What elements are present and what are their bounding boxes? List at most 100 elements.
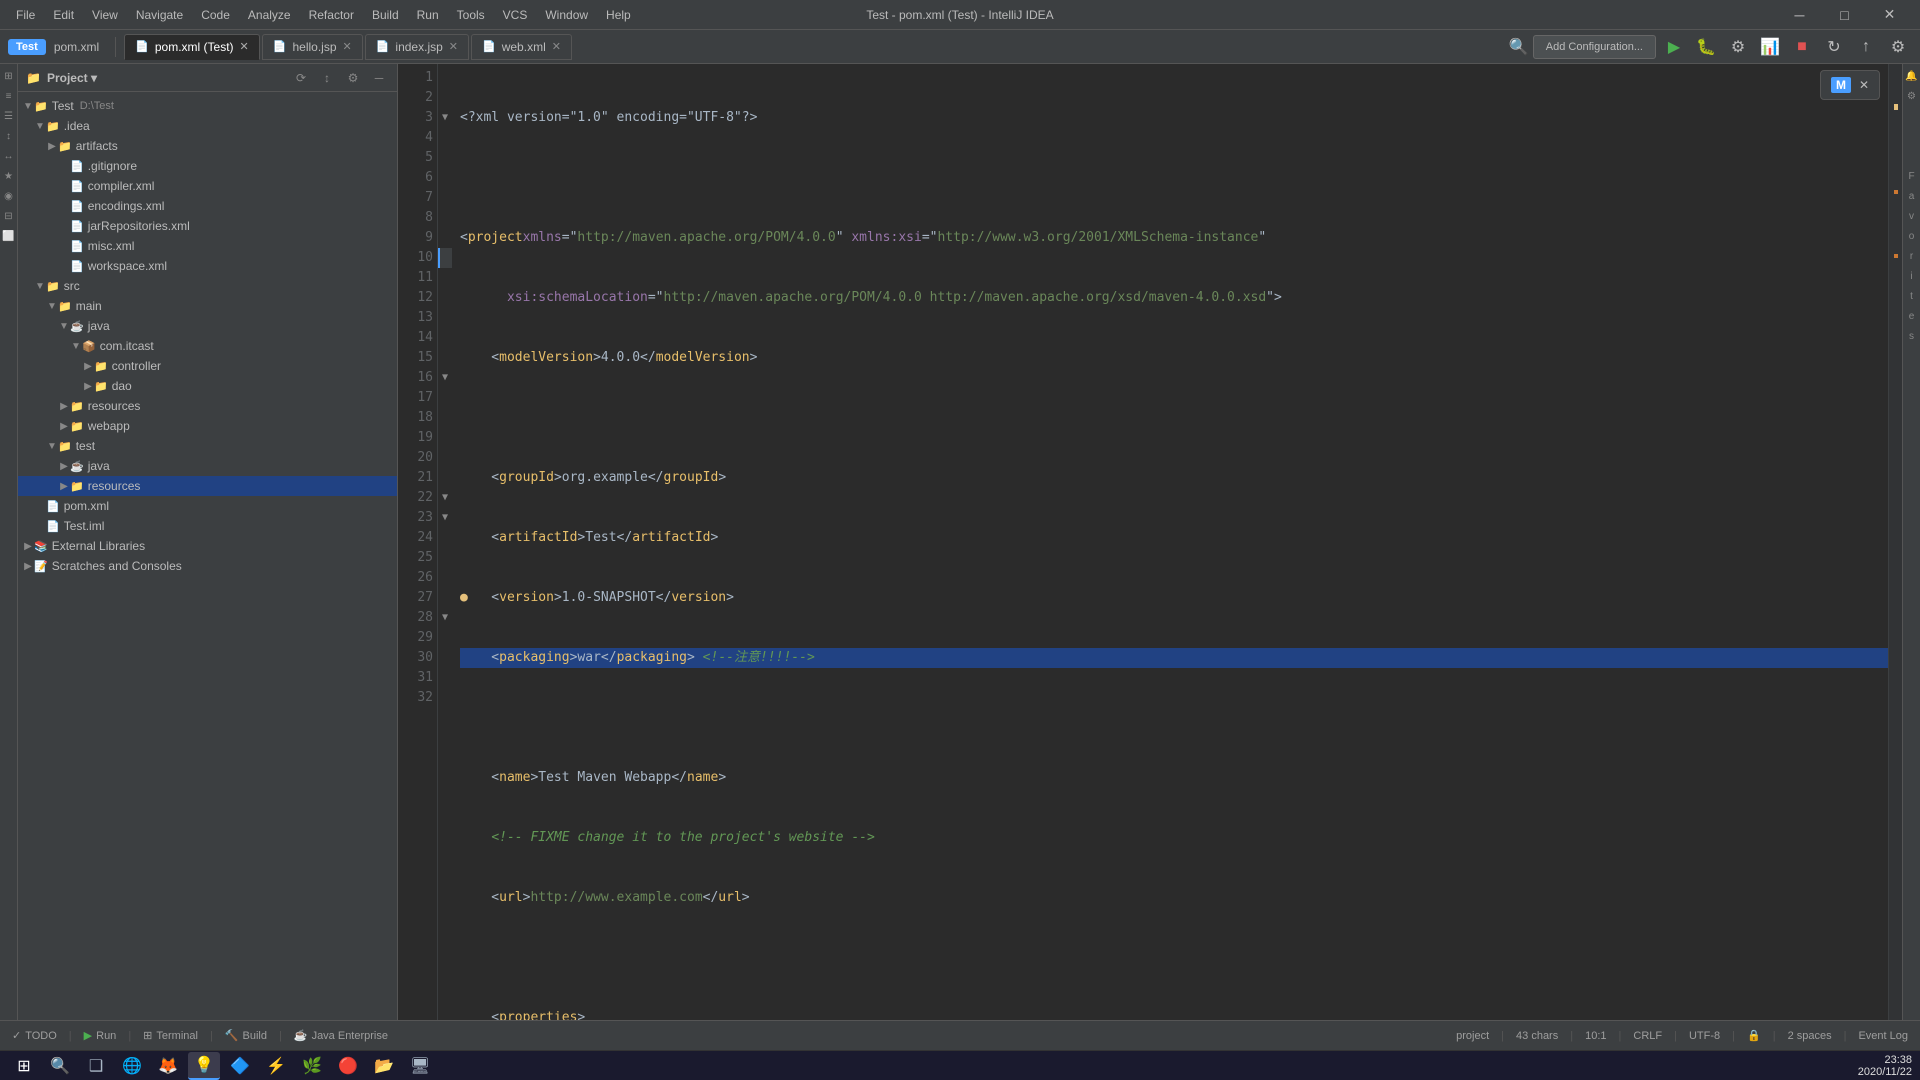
- tree-item-resources-main[interactable]: ▶ 📁 resources: [18, 396, 397, 416]
- encoding-status[interactable]: UTF-8: [1685, 1028, 1724, 1044]
- tab-pom-xml[interactable]: 📄 pom.xml (Test) ✕: [124, 34, 260, 60]
- tab-index-jsp-close[interactable]: ✕: [449, 40, 458, 53]
- start-button[interactable]: ⊞: [8, 1052, 40, 1080]
- gutter-22[interactable]: ▼: [438, 488, 452, 508]
- add-configuration-button[interactable]: Add Configuration...: [1533, 35, 1656, 59]
- maximize-button[interactable]: □: [1822, 0, 1867, 30]
- left-icon-1[interactable]: ⊞: [1, 68, 17, 84]
- build-status[interactable]: 🔨 Build: [221, 1027, 271, 1044]
- task-view-button[interactable]: ❑: [80, 1052, 112, 1080]
- tree-item-controller[interactable]: ▶ 📁 controller: [18, 356, 397, 376]
- app3-taskbar-button[interactable]: 🖥: [404, 1052, 436, 1080]
- gutter-3[interactable]: ▼: [438, 108, 452, 128]
- git-taskbar-button[interactable]: 🌿: [296, 1052, 328, 1080]
- line-ending-status[interactable]: CRLF: [1629, 1028, 1666, 1044]
- menu-build[interactable]: Build: [364, 5, 407, 25]
- tree-item-artifacts[interactable]: ▶ 📁 artifacts: [18, 136, 397, 156]
- tab-index-jsp[interactable]: 📄 index.jsp ✕: [365, 34, 469, 60]
- terminal-status[interactable]: ⊞ Terminal: [139, 1027, 202, 1044]
- menu-refactor[interactable]: Refactor: [301, 5, 362, 25]
- tree-item-pom-xml[interactable]: 📄 pom.xml: [18, 496, 397, 516]
- menu-analyze[interactable]: Analyze: [240, 5, 299, 25]
- tree-item-jar-repos-xml[interactable]: 📄 jarRepositories.xml: [18, 216, 397, 236]
- vcs-update-button[interactable]: ↻: [1820, 34, 1848, 60]
- right-icon-9[interactable]: t: [1904, 288, 1920, 304]
- tab-hello-jsp[interactable]: 📄 hello.jsp ✕: [262, 34, 363, 60]
- tree-item-compiler-xml[interactable]: 📄 compiler.xml: [18, 176, 397, 196]
- tree-item-resources-test[interactable]: ▶ 📁 resources: [18, 476, 397, 496]
- project-close-button[interactable]: ─: [369, 68, 389, 88]
- event-log-status[interactable]: Event Log: [1854, 1028, 1912, 1044]
- editor-content[interactable]: 12345 678910 1112131415 1617181920 21222…: [398, 64, 1902, 1020]
- code-area[interactable]: <?xml version="1.0" encoding="UTF-8"?> <…: [452, 64, 1888, 1020]
- tree-item-idea[interactable]: ▼ 📁 .idea: [18, 116, 397, 136]
- position-status[interactable]: 10:1: [1581, 1028, 1610, 1044]
- gutter-16[interactable]: ▼: [438, 368, 452, 388]
- settings-button[interactable]: ⚙: [1884, 34, 1912, 60]
- menu-tools[interactable]: Tools: [449, 5, 493, 25]
- tree-item-main[interactable]: ▼ 📁 main: [18, 296, 397, 316]
- left-icon-8[interactable]: ⊟: [1, 208, 17, 224]
- tree-item-src[interactable]: ▼ 📁 src: [18, 276, 397, 296]
- app2-taskbar-button[interactable]: 📂: [368, 1052, 400, 1080]
- search-everywhere-icon[interactable]: 🔍: [1509, 37, 1529, 57]
- left-icon-4[interactable]: ↕: [1, 128, 17, 144]
- tab-web-xml[interactable]: 📄 web.xml ✕: [471, 34, 572, 60]
- edge-taskbar-button[interactable]: 🌐: [116, 1052, 148, 1080]
- tree-item-test-iml[interactable]: 📄 Test.iml: [18, 516, 397, 536]
- tree-item-gitignore[interactable]: 📄 .gitignore: [18, 156, 397, 176]
- menu-vcs[interactable]: VCS: [495, 5, 536, 25]
- project-collapse-button[interactable]: ↕: [317, 68, 337, 88]
- right-icon-6[interactable]: o: [1904, 228, 1920, 244]
- visual-studio-taskbar-button[interactable]: ⚡: [260, 1052, 292, 1080]
- gutter-28[interactable]: ▼: [438, 608, 452, 628]
- tree-item-workspace-xml[interactable]: 📄 workspace.xml: [18, 256, 397, 276]
- tree-item-misc-xml[interactable]: 📄 misc.xml: [18, 236, 397, 256]
- left-icon-6[interactable]: ★: [1, 168, 17, 184]
- right-icon-5[interactable]: v: [1904, 208, 1920, 224]
- tree-item-com-itcast[interactable]: ▼ 📦 com.itcast: [18, 336, 397, 356]
- project-sync-button[interactable]: ⟳: [291, 68, 311, 88]
- tree-item-dao[interactable]: ▶ 📁 dao: [18, 376, 397, 396]
- right-icon-7[interactable]: r: [1904, 248, 1920, 264]
- menu-help[interactable]: Help: [598, 5, 639, 25]
- menu-file[interactable]: File: [8, 5, 43, 25]
- left-icon-2[interactable]: ≡: [1, 88, 17, 104]
- firefox-taskbar-button[interactable]: 🦊: [152, 1052, 184, 1080]
- java-enterprise-status[interactable]: ☕ Java Enterprise: [290, 1027, 392, 1044]
- menu-window[interactable]: Window: [537, 5, 596, 25]
- project-settings-button[interactable]: ⚙: [343, 68, 363, 88]
- right-icon-1[interactable]: 🔔: [1904, 68, 1920, 84]
- run-status[interactable]: ▶ Run: [80, 1027, 121, 1044]
- right-icon-8[interactable]: i: [1904, 268, 1920, 284]
- spaces-status[interactable]: 2 spaces: [1784, 1028, 1836, 1044]
- tree-item-scratches[interactable]: ▶ 📝 Scratches and Consoles: [18, 556, 397, 576]
- right-icon-3[interactable]: F: [1904, 168, 1920, 184]
- todo-status[interactable]: ✓ TODO: [8, 1027, 61, 1044]
- close-button[interactable]: ✕: [1867, 0, 1912, 30]
- tree-item-java-main[interactable]: ▼ ☕ java: [18, 316, 397, 336]
- tab-web-xml-close[interactable]: ✕: [552, 40, 561, 53]
- menu-run[interactable]: Run: [409, 5, 447, 25]
- tab-hello-jsp-close[interactable]: ✕: [343, 40, 352, 53]
- tree-item-java-test[interactable]: ▶ ☕ java: [18, 456, 397, 476]
- coverage-button[interactable]: 📊: [1756, 34, 1784, 60]
- left-icon-7[interactable]: ◉: [1, 188, 17, 204]
- tree-item-external-libs[interactable]: ▶ 📚 External Libraries: [18, 536, 397, 556]
- tree-item-test-folder[interactable]: ▼ 📁 test: [18, 436, 397, 456]
- right-icon-2[interactable]: ⚙: [1904, 88, 1920, 104]
- tab-pom-xml-close[interactable]: ✕: [240, 40, 249, 53]
- left-icon-5[interactable]: ↔: [1, 148, 17, 164]
- gutter-23[interactable]: ▼: [438, 508, 452, 528]
- tree-item-webapp[interactable]: ▶ 📁 webapp: [18, 416, 397, 436]
- menu-code[interactable]: Code: [193, 5, 238, 25]
- notification-close[interactable]: ✕: [1859, 78, 1869, 92]
- run-button[interactable]: ▶: [1660, 34, 1688, 60]
- menu-view[interactable]: View: [84, 5, 126, 25]
- tree-item-test[interactable]: ▼ 📁 Test D:\Test: [18, 96, 397, 116]
- profile-button[interactable]: ⚙: [1724, 34, 1752, 60]
- menu-navigate[interactable]: Navigate: [128, 5, 191, 25]
- vcs-push-button[interactable]: ↑: [1852, 34, 1880, 60]
- stop-button[interactable]: ■: [1788, 34, 1816, 60]
- search-taskbar-button[interactable]: 🔍: [44, 1052, 76, 1080]
